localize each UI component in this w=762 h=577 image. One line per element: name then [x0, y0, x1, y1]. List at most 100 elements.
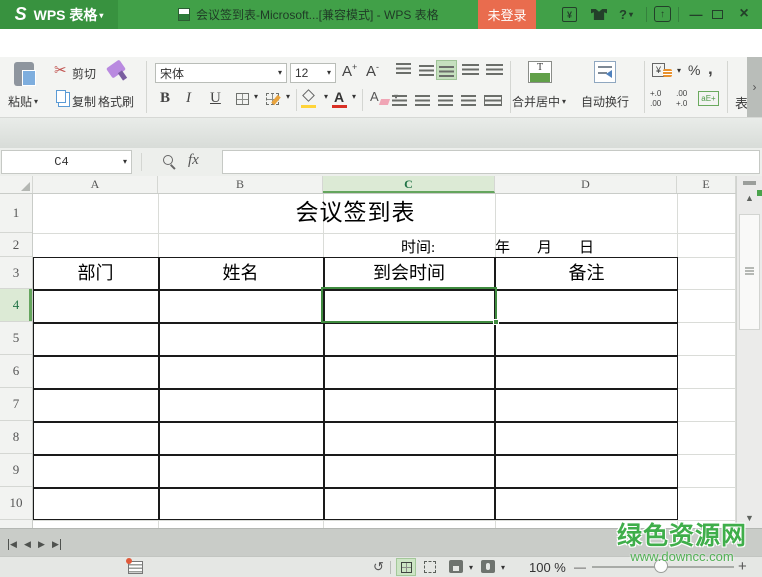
help-icon[interactable]: ? [619, 7, 633, 22]
merge-center-icon[interactable]: T [528, 61, 552, 83]
row-header-4[interactable]: 4 [0, 289, 32, 322]
record-macro-icon[interactable] [128, 561, 143, 574]
align-left-icon[interactable] [392, 95, 407, 106]
next-sheet-icon[interactable]: ▶ [38, 539, 45, 550]
cell-month[interactable]: 月 [537, 236, 552, 257]
column-header-b[interactable]: B [158, 176, 323, 193]
row-header-2[interactable]: 2 [0, 233, 32, 257]
row-header-8[interactable]: 8 [0, 421, 32, 454]
name-box[interactable]: C4 [1, 150, 132, 174]
decrease-decimal-button[interactable]: .00+.0 [676, 89, 687, 108]
align-bottom-active[interactable] [436, 60, 457, 80]
cut-button[interactable]: 剪切 [72, 65, 96, 82]
clear-format-icon[interactable]: A [370, 89, 379, 104]
fill-handle[interactable] [493, 319, 499, 325]
paste-button[interactable]: 粘贴 [8, 93, 38, 110]
grow-font-button[interactable]: A+ [342, 62, 357, 80]
fill-color-dropdown[interactable] [322, 90, 328, 104]
font-color-dropdown[interactable] [350, 90, 356, 104]
notice-icon[interactable]: ¥ [562, 7, 577, 22]
merge-center-button[interactable]: 合并居中 [512, 93, 566, 110]
zoom-level-label[interactable]: 100 % [529, 560, 566, 575]
vertical-scrollbar[interactable]: ▲ ▼ [736, 176, 762, 528]
spreadsheet-grid[interactable]: 会议签到表 时间: 年 月 日 部门 姓名 到会时间 备注 [33, 194, 736, 528]
formula-input[interactable] [222, 150, 760, 174]
number-style-icon[interactable]: aE+ [698, 91, 719, 106]
justify-icon[interactable] [461, 95, 476, 106]
scroll-thumb[interactable] [739, 214, 760, 330]
normal-view-button[interactable] [396, 558, 416, 576]
align-center-icon[interactable] [415, 95, 430, 106]
draw-border-dropdown[interactable] [284, 90, 290, 104]
select-all-corner[interactable] [0, 176, 33, 193]
last-sheet-icon[interactable]: ▶ [52, 539, 61, 550]
cell-header-dept[interactable]: 部门 [33, 257, 158, 289]
column-header-d[interactable]: D [495, 176, 677, 193]
reading-mode-dropdown[interactable] [499, 561, 505, 575]
align-top-icon[interactable] [396, 63, 411, 74]
history-icon[interactable]: ↺ [373, 559, 384, 575]
column-header-a[interactable]: A [33, 176, 158, 193]
decrease-indent-icon[interactable] [462, 64, 479, 75]
maximize-button[interactable] [712, 10, 723, 19]
insert-function-button[interactable]: fx [188, 152, 199, 169]
close-button[interactable]: × [732, 2, 756, 26]
ribbon-expand-strip[interactable]: › [747, 57, 762, 117]
cell-day[interactable]: 日 [579, 236, 594, 257]
distribute-icon[interactable] [484, 95, 502, 106]
shrink-font-button[interactable]: A- [366, 62, 379, 80]
row-header-1[interactable]: 1 [0, 194, 32, 233]
wps-logo[interactable]: S WPS 表格 [0, 0, 118, 29]
column-header-e[interactable]: E [677, 176, 736, 193]
cell-year[interactable]: 年 [495, 236, 510, 257]
format-painter-button[interactable]: 格式刷 [98, 93, 134, 110]
currency-dropdown[interactable] [675, 64, 681, 78]
reading-mode-icon[interactable] [481, 560, 495, 573]
minimize-button[interactable]: — [684, 2, 708, 26]
font-name-select[interactable]: 宋体 [155, 63, 287, 83]
font-color-icon[interactable]: A [334, 89, 344, 105]
selected-cell-c4[interactable] [321, 287, 497, 323]
align-middle-icon[interactable] [419, 65, 434, 76]
row-header-5[interactable]: 5 [0, 322, 32, 355]
cell-header-name[interactable]: 姓名 [158, 257, 323, 289]
prev-sheet-icon[interactable]: ◀ [24, 539, 31, 550]
row-header-3[interactable]: 3 [0, 257, 32, 289]
search-icon[interactable] [163, 155, 173, 165]
view-dropdown[interactable] [467, 561, 473, 575]
copy-button[interactable]: 复制 [72, 93, 96, 110]
zoom-slider-handle[interactable] [654, 559, 668, 573]
cell-header-arrival[interactable]: 到会时间 [323, 257, 495, 289]
underline-button[interactable]: U [210, 90, 221, 107]
wrap-text-icon[interactable] [594, 61, 616, 83]
row-header-7[interactable]: 7 [0, 388, 32, 421]
row-header-9[interactable]: 9 [0, 454, 32, 487]
column-header-c[interactable]: C [323, 176, 495, 193]
row-header-6[interactable]: 6 [0, 355, 32, 388]
increase-indent-icon[interactable] [486, 64, 503, 75]
split-handle[interactable] [743, 181, 756, 185]
align-right-icon[interactable] [438, 95, 453, 106]
fill-color-icon[interactable] [302, 89, 315, 102]
page-layout-view-icon[interactable] [449, 560, 463, 573]
scroll-down-icon[interactable]: ▼ [737, 510, 762, 526]
zoom-in-button[interactable]: + [738, 558, 747, 575]
cell-title[interactable]: 会议签到表 [33, 194, 678, 233]
font-size-select[interactable]: 12 [290, 63, 336, 83]
comma-button[interactable]: , [708, 59, 713, 79]
borders-icon[interactable] [236, 93, 249, 105]
percent-button[interactable]: % [688, 62, 700, 78]
row-header-10[interactable]: 10 [0, 487, 32, 520]
italic-button[interactable]: I [186, 90, 191, 107]
upload-icon[interactable]: ↑ [654, 6, 671, 22]
cell-time-label[interactable]: 时间: [401, 236, 435, 257]
wrap-text-button[interactable]: 自动换行 [581, 93, 629, 110]
increase-decimal-button[interactable]: +.0.00 [650, 89, 661, 108]
cell-header-remark[interactable]: 备注 [495, 257, 678, 289]
zoom-out-button[interactable]: — [574, 560, 586, 574]
page-break-view-icon[interactable] [424, 561, 436, 573]
bold-button[interactable]: B [160, 90, 170, 107]
login-button[interactable]: 未登录 [478, 0, 536, 29]
first-sheet-icon[interactable]: ◀ [8, 539, 17, 550]
skin-icon[interactable] [591, 9, 607, 20]
